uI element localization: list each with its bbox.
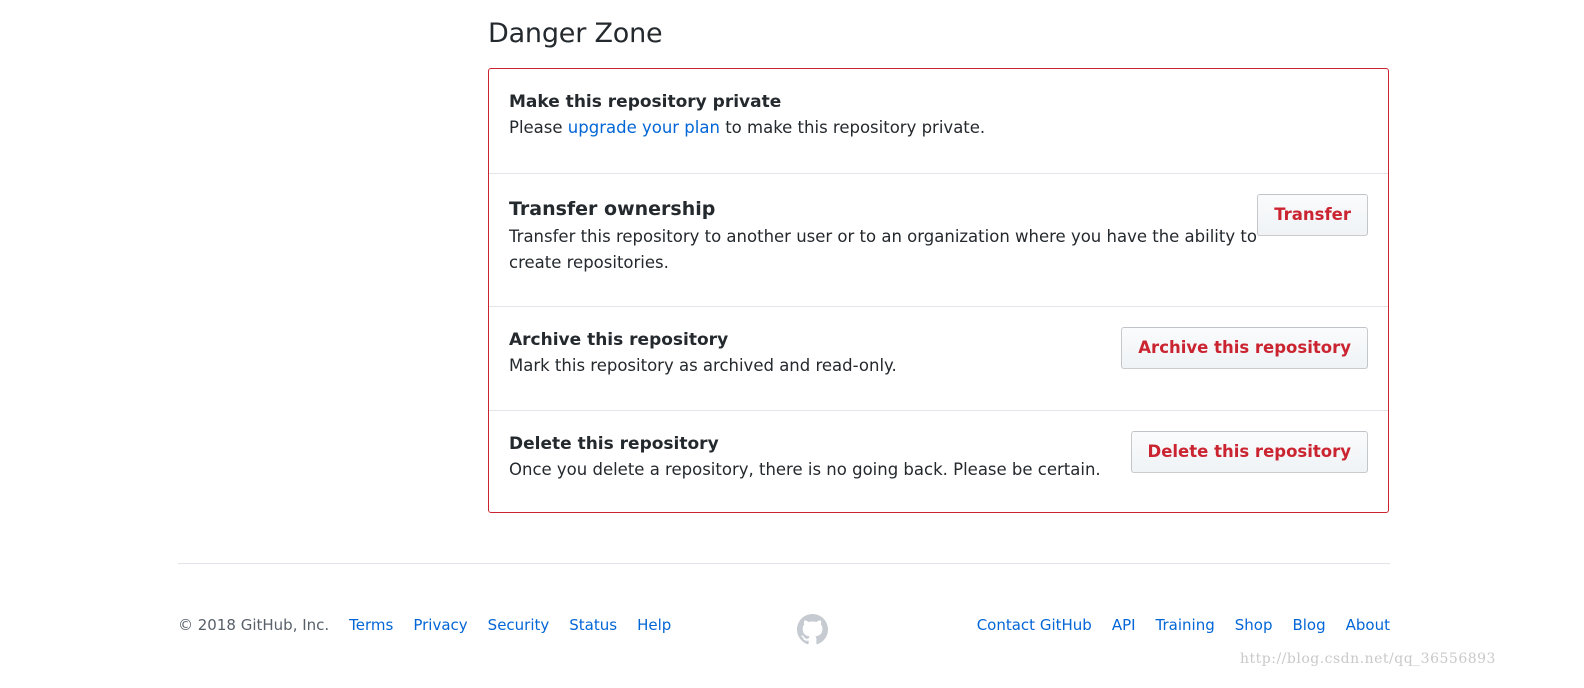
upgrade-plan-link[interactable]: upgrade your plan [568, 118, 720, 137]
delete-repository-button[interactable]: Delete this repository [1130, 431, 1368, 473]
make-private-desc-prefix: Please [509, 118, 568, 137]
footer-link-terms[interactable]: Terms [349, 616, 393, 634]
transfer-button[interactable]: Transfer [1257, 194, 1368, 236]
footer-divider [178, 563, 1390, 564]
archive-repository-description: Mark this repository as archived and rea… [509, 356, 897, 375]
footer-link-privacy[interactable]: Privacy [413, 616, 467, 634]
archive-repository-title: Archive this repository [509, 330, 729, 350]
settings-page: Danger Zone Make this repository private… [0, 0, 1584, 688]
watermark-text: http://blog.csdn.net/qq_36556893 [1240, 651, 1496, 667]
footer-link-api[interactable]: API [1112, 616, 1136, 634]
make-private-desc-suffix: to make this repository private. [719, 118, 986, 137]
copyright-text: © 2018 GitHub, Inc. [178, 616, 330, 634]
archive-repository-item: Archive this repository Mark this reposi… [489, 306, 1388, 410]
danger-zone-box: Make this repository private Please upgr… [488, 68, 1389, 513]
danger-zone-heading: Danger Zone [488, 18, 663, 49]
footer-right-links: Contact GitHub API Training Shop Blog Ab… [957, 616, 1390, 634]
footer-left-links: © 2018 GitHub, Inc. Terms Privacy Securi… [178, 616, 691, 634]
footer-link-help[interactable]: Help [637, 616, 671, 634]
github-logo-svg [797, 614, 828, 645]
footer-link-about[interactable]: About [1346, 616, 1390, 634]
make-private-description: Please upgrade your plan to make this re… [509, 115, 985, 141]
site-footer: © 2018 GitHub, Inc. Terms Privacy Securi… [178, 616, 1390, 640]
delete-repository-item: Delete this repository Once you delete a… [489, 410, 1388, 512]
footer-link-blog[interactable]: Blog [1292, 616, 1325, 634]
delete-repository-title: Delete this repository [509, 434, 719, 454]
make-private-title: Make this repository private [509, 92, 782, 112]
archive-repository-button[interactable]: Archive this repository [1121, 327, 1368, 369]
footer-link-shop[interactable]: Shop [1235, 616, 1273, 634]
footer-link-training[interactable]: Training [1156, 616, 1215, 634]
transfer-ownership-title: Transfer ownership [509, 198, 716, 220]
transfer-ownership-item: Transfer ownership Transfer this reposit… [489, 173, 1388, 306]
transfer-ownership-description: Transfer this repository to another user… [509, 227, 1257, 272]
footer-link-contact-github[interactable]: Contact GitHub [977, 616, 1092, 634]
footer-link-security[interactable]: Security [488, 616, 550, 634]
delete-repository-description: Once you delete a repository, there is n… [509, 460, 1101, 479]
make-private-item: Make this repository private Please upgr… [489, 69, 1388, 173]
footer-link-status[interactable]: Status [569, 616, 617, 634]
github-octocat-icon[interactable] [797, 614, 828, 645]
